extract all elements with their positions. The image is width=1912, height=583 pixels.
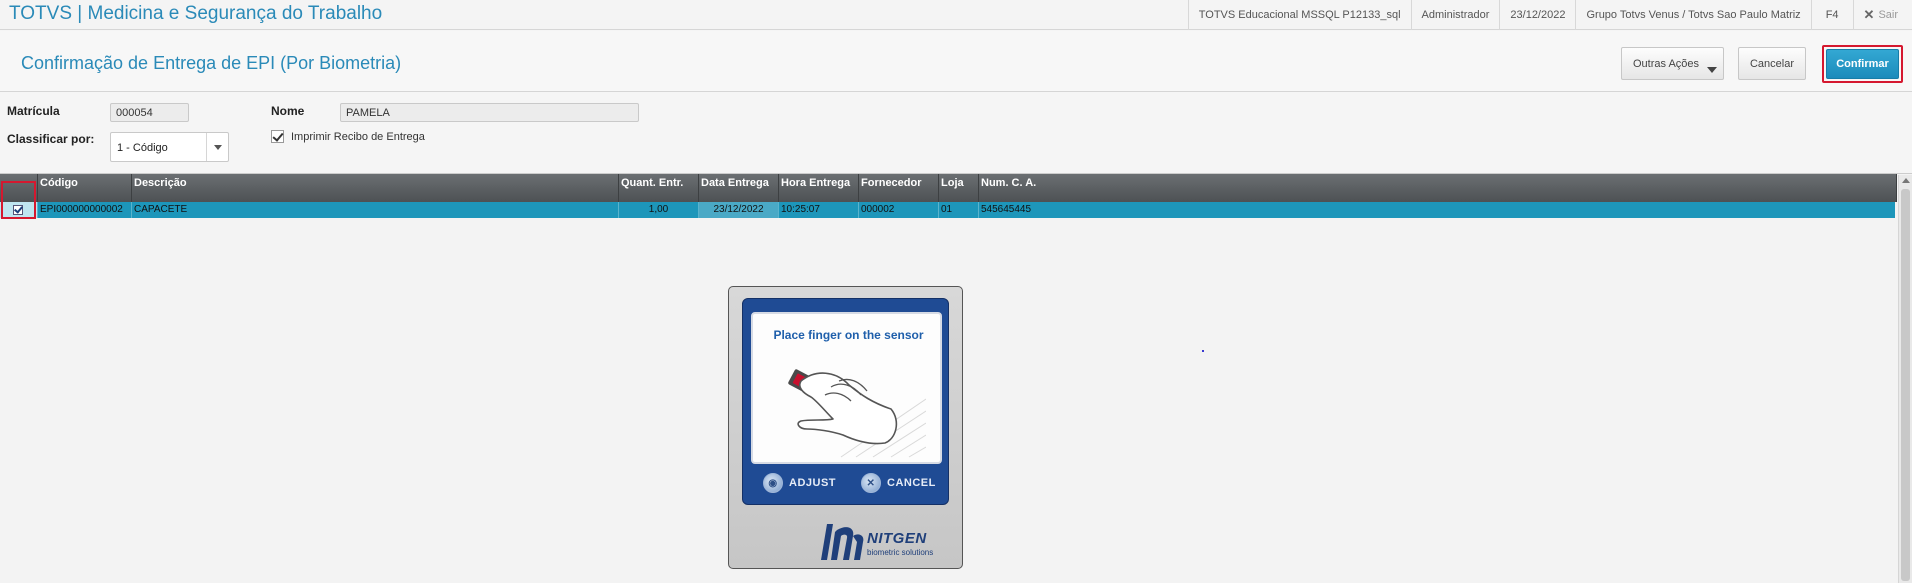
exit-button[interactable]: ✕ Sair xyxy=(1852,0,1912,30)
confirm-button[interactable]: Confirmar xyxy=(1826,49,1899,79)
cell-num-ca: 545645445 xyxy=(981,204,1032,215)
top-bar: TOTVS | Medicina e Segurança do Trabalho… xyxy=(0,0,1912,30)
adjust-button[interactable]: ◉ ADJUST xyxy=(763,473,836,493)
device-screen-frame: Place finger on the sensor ◉ ADJUST ✕ CA… xyxy=(742,298,949,505)
app-window: TOTVS | Medicina e Segurança do Trabalho… xyxy=(0,0,1912,583)
brand-name: NITGEN xyxy=(867,530,927,547)
finger-prompt: Place finger on the sensor xyxy=(773,328,924,342)
classificar-label: Classificar por: xyxy=(7,132,95,146)
col-num-ca[interactable]: Num. C. A. xyxy=(979,174,1897,202)
cell-descricao: CAPACETE xyxy=(132,202,619,218)
device-cancel-button[interactable]: ✕ CANCEL xyxy=(861,473,936,493)
col-descricao[interactable]: Descrição xyxy=(132,174,619,202)
cancel-button[interactable]: Cancelar xyxy=(1738,47,1806,80)
matricula-field[interactable]: 000054 xyxy=(110,103,189,122)
environment-label[interactable]: TOTVS Educacional MSSQL P12133_sql xyxy=(1187,0,1411,30)
stray-dot xyxy=(1202,350,1204,352)
adjust-icon: ◉ xyxy=(763,473,783,493)
print-receipt-checkbox[interactable] xyxy=(271,130,284,143)
page-header: Confirmação de Entrega de EPI (Por Biome… xyxy=(0,31,1912,92)
cell-codigo: EPI000000000002 xyxy=(38,202,132,218)
col-loja[interactable]: Loja xyxy=(939,174,979,202)
close-icon: ✕ xyxy=(1863,7,1875,22)
nitgen-logo-icon xyxy=(821,524,864,560)
cell-loja: 01 xyxy=(939,202,979,218)
col-fornecedor[interactable]: Fornecedor xyxy=(859,174,939,202)
matricula-label: Matrícula xyxy=(7,104,60,118)
scroll-thumb[interactable] xyxy=(1901,189,1910,581)
exit-label: Sair xyxy=(1878,9,1898,21)
f4-shortcut[interactable]: F4 xyxy=(1810,0,1853,30)
nitgen-logo: NITGEN biometric solutions xyxy=(819,522,939,562)
col-codigo[interactable]: Código xyxy=(38,174,132,202)
chevron-down-icon xyxy=(214,145,222,150)
grid-header: Código Descrição Quant. Entr. Data Entre… xyxy=(0,174,1897,202)
cell-hora: 10:25:07 xyxy=(779,202,859,218)
finger-on-sensor-icon xyxy=(788,369,926,458)
adjust-label: ADJUST xyxy=(789,477,837,489)
nome-field[interactable]: PAMELA xyxy=(340,103,639,122)
chevron-down-icon xyxy=(1707,67,1717,73)
other-actions-button[interactable]: Outras Ações xyxy=(1621,47,1724,80)
checkbox-annotation-box xyxy=(1,181,36,219)
nome-label: Nome xyxy=(271,104,305,118)
cancel-icon: ✕ xyxy=(861,473,881,493)
cell-quant: 1,00 xyxy=(619,202,699,218)
scroll-up-icon[interactable] xyxy=(1902,178,1910,183)
grid-scrollbar[interactable] xyxy=(1898,175,1912,583)
col-data[interactable]: Data Entrega xyxy=(699,174,779,202)
app-title: TOTVS | Medicina e Segurança do Trabalho xyxy=(9,3,383,24)
cell-fornecedor: 000002 xyxy=(859,202,939,218)
user-label[interactable]: Administrador xyxy=(1410,0,1500,30)
col-quant[interactable]: Quant. Entr. xyxy=(619,174,699,202)
other-actions-label: Outras Ações xyxy=(1633,58,1700,70)
session-info: TOTVS Educacional MSSQL P12133_sql Admin… xyxy=(1187,0,1912,30)
brand-tagline: biometric solutions xyxy=(867,548,934,557)
col-hora[interactable]: Hora Entrega xyxy=(779,174,859,202)
device-screen: Place finger on the sensor xyxy=(751,312,942,464)
select-arrow-box[interactable] xyxy=(206,133,228,161)
cell-data: 23/12/2022 xyxy=(699,202,779,218)
print-receipt-option[interactable]: Imprimir Recibo de Entrega xyxy=(271,130,425,143)
table-row[interactable]: EPI000000000002 CAPACETE 1,00 23/12/2022… xyxy=(0,202,1895,218)
print-receipt-label: Imprimir Recibo de Entrega xyxy=(291,130,425,143)
page-title: Confirmação de Entrega de EPI (Por Biome… xyxy=(21,53,402,73)
classificar-value: 1 - Código xyxy=(117,142,168,154)
classificar-select[interactable]: 1 - Código xyxy=(110,132,229,162)
branch-label[interactable]: Grupo Totvs Venus / Totvs Sao Paulo Matr… xyxy=(1575,0,1810,30)
biometric-device: Place finger on the sensor ◉ ADJUST ✕ CA… xyxy=(728,286,963,569)
device-cancel-label: CANCEL xyxy=(887,477,936,489)
date-label[interactable]: 23/12/2022 xyxy=(1499,0,1575,30)
